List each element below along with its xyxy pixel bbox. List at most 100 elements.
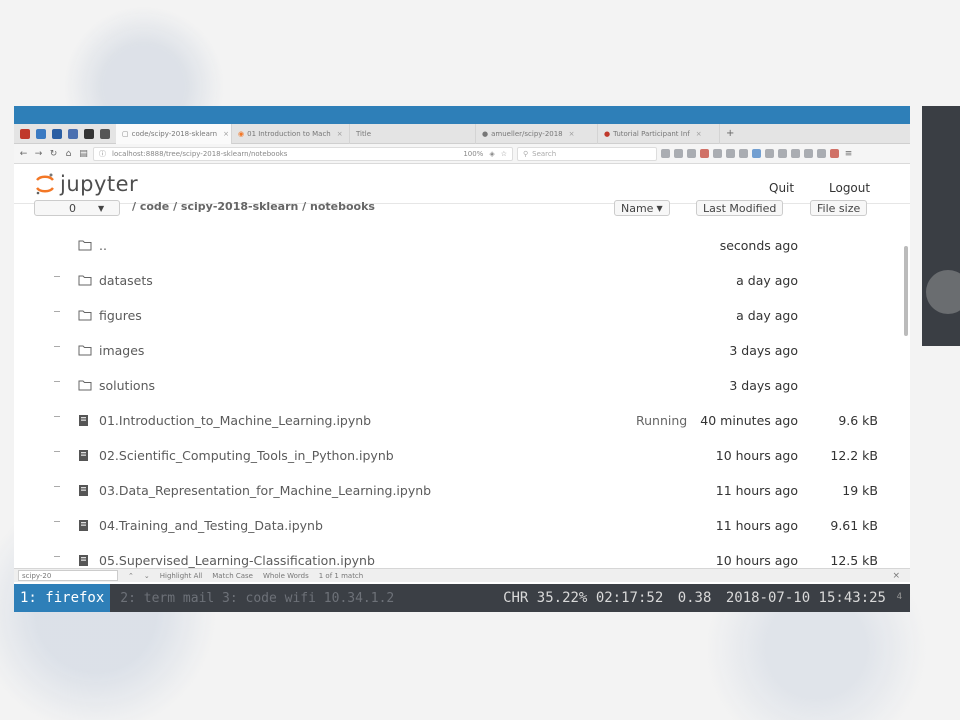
file-name-link[interactable]: solutions (99, 378, 155, 393)
pinned-tab-icon[interactable] (100, 128, 110, 139)
scrollbar[interactable] (904, 246, 908, 336)
file-row[interactable]: 04.Training_and_Testing_Data.ipynb 11 hou… (14, 508, 910, 543)
close-tab-icon[interactable]: × (223, 130, 229, 138)
close-tab-icon[interactable]: × (696, 130, 702, 138)
folder-icon (78, 379, 92, 394)
file-name-link[interactable]: .. (99, 238, 107, 253)
find-prev-icon[interactable]: ⌃ (128, 572, 134, 580)
zoom-level[interactable]: 100% (463, 150, 483, 158)
close-tab-icon[interactable]: × (337, 130, 343, 138)
sort-size-button[interactable]: File size (810, 200, 868, 216)
url-text: localhost:8888/tree/scipy-2018-sklearn/n… (112, 149, 288, 158)
find-input[interactable]: scipy-20 (18, 570, 118, 581)
tab-notebook[interactable]: ◉ 01 Introduction to Mach × (232, 123, 350, 144)
last-modified: a day ago (736, 308, 798, 323)
extension-icon[interactable] (804, 149, 813, 158)
extension-icon[interactable] (739, 149, 748, 158)
file-row[interactable]: 02.Scientific_Computing_Tools_in_Python.… (14, 438, 910, 473)
tab-title[interactable]: Title (350, 123, 476, 144)
pocket-icon[interactable]: ◈ (489, 150, 494, 158)
extension-icon[interactable] (817, 149, 826, 158)
workspace-active[interactable]: 1: firefox (14, 584, 111, 612)
pinned-tab-icon[interactable] (52, 128, 62, 139)
pinned-tab-icon[interactable] (68, 128, 78, 139)
workspace-list[interactable]: 2: term mail 3: code wifi 10.34.1.2 (120, 591, 394, 606)
file-name-link[interactable]: 05.Supervised_Learning-Classification.ip… (99, 553, 375, 568)
file-name-link[interactable]: 03.Data_Representation_for_Machine_Learn… (99, 483, 431, 498)
extension-icon[interactable] (778, 149, 787, 158)
logout-button[interactable]: Logout (829, 181, 870, 195)
highlight-all-checkbox[interactable]: Highlight All (160, 572, 203, 580)
extension-icon[interactable] (765, 149, 774, 158)
home-icon[interactable]: ⌂ (63, 149, 74, 159)
file-row[interactable]: images 3 days ago (14, 333, 910, 368)
pinned-tab-icon[interactable] (20, 128, 30, 139)
file-row[interactable]: datasets a day ago (14, 263, 910, 298)
file-name-link[interactable]: figures (99, 308, 142, 323)
url-bar[interactable]: ⓘ localhost:8888/tree/scipy-2018-sklearn… (93, 146, 513, 161)
file-row[interactable]: .. seconds ago (14, 228, 910, 263)
info-icon: ⓘ (99, 149, 106, 158)
file-name-link[interactable]: 02.Scientific_Computing_Tools_in_Python.… (99, 448, 394, 463)
extension-icon[interactable] (830, 149, 839, 158)
file-row[interactable]: solutions 3 days ago (14, 368, 910, 403)
extension-icon[interactable] (726, 149, 735, 158)
row-checkbox[interactable] (54, 556, 60, 557)
row-checkbox[interactable] (54, 346, 60, 347)
extension-icon[interactable] (713, 149, 722, 158)
find-next-icon[interactable]: ⌄ (144, 572, 150, 580)
file-row[interactable]: 03.Data_Representation_for_Machine_Learn… (14, 473, 910, 508)
row-checkbox[interactable] (54, 381, 60, 382)
library-icon[interactable]: ▤ (78, 149, 89, 159)
file-name-link[interactable]: 01.Introduction_to_Machine_Learning.ipyn… (99, 413, 371, 428)
pinned-tab-icon[interactable] (36, 128, 46, 139)
extension-icon[interactable] (752, 149, 761, 158)
tab-tutorial[interactable]: ● Tutorial Participant Inf × (598, 123, 720, 144)
github-icon: ● (482, 129, 489, 138)
sort-modified-button[interactable]: Last Modified (696, 200, 784, 216)
row-checkbox[interactable] (54, 416, 60, 417)
whole-words-checkbox[interactable]: Whole Words (263, 572, 309, 580)
row-checkbox[interactable] (54, 311, 60, 312)
download-icon[interactable] (661, 149, 670, 158)
close-tab-icon[interactable]: × (569, 130, 575, 138)
sidebar-icon[interactable] (687, 149, 696, 158)
file-name-link[interactable]: datasets (99, 273, 153, 288)
match-case-checkbox[interactable]: Match Case (212, 572, 253, 580)
extension-icon[interactable] (700, 149, 709, 158)
close-icon[interactable]: × (892, 571, 900, 581)
file-name-link[interactable]: 04.Training_and_Testing_Data.ipynb (99, 518, 323, 533)
breadcrumb[interactable]: / code / scipy-2018-sklearn / notebooks (132, 200, 375, 213)
menu-icon[interactable]: ≡ (843, 149, 854, 159)
row-checkbox[interactable] (54, 521, 60, 522)
reload-icon[interactable]: ↻ (48, 149, 59, 159)
row-checkbox[interactable] (54, 276, 60, 277)
file-name-link[interactable]: images (99, 343, 144, 358)
file-row[interactable]: 01.Introduction_to_Machine_Learning.ipyn… (14, 403, 910, 438)
pinned-tab-icon[interactable] (84, 128, 94, 139)
last-modified: 11 hours ago (715, 483, 798, 498)
file-size: 9.61 kB (830, 518, 878, 533)
file-row[interactable]: figures a day ago (14, 298, 910, 333)
file-size: 9.6 kB (838, 413, 878, 428)
last-modified: 40 minutes ago (700, 413, 798, 428)
new-tab-button[interactable]: + (726, 128, 734, 139)
search-icon: ⚲ (523, 149, 529, 158)
back-icon[interactable]: ← (18, 149, 29, 159)
row-checkbox[interactable] (54, 486, 60, 487)
bookmark-star-icon[interactable]: ☆ (501, 150, 507, 158)
search-box[interactable]: ⚲ Search (517, 146, 657, 161)
jupyter-icon: ◉ (238, 129, 245, 138)
row-checkbox[interactable] (54, 451, 60, 452)
sort-name-button[interactable]: Name ▼ (614, 200, 670, 216)
jupyter-logo[interactable]: jupyter (34, 172, 138, 196)
last-modified: a day ago (736, 273, 798, 288)
library-icon[interactable] (674, 149, 683, 158)
tab-github[interactable]: ● amueller/scipy-2018 × (476, 123, 598, 144)
jupyter-logo-icon (36, 173, 54, 195)
extension-icon[interactable] (791, 149, 800, 158)
forward-icon[interactable]: → (33, 149, 44, 159)
select-all-dropdown[interactable]: 0 ▼ (34, 200, 120, 216)
tab-jupyter-tree[interactable]: ▢ code/scipy-2018-sklearn × (116, 123, 232, 144)
quit-button[interactable]: Quit (769, 181, 794, 195)
